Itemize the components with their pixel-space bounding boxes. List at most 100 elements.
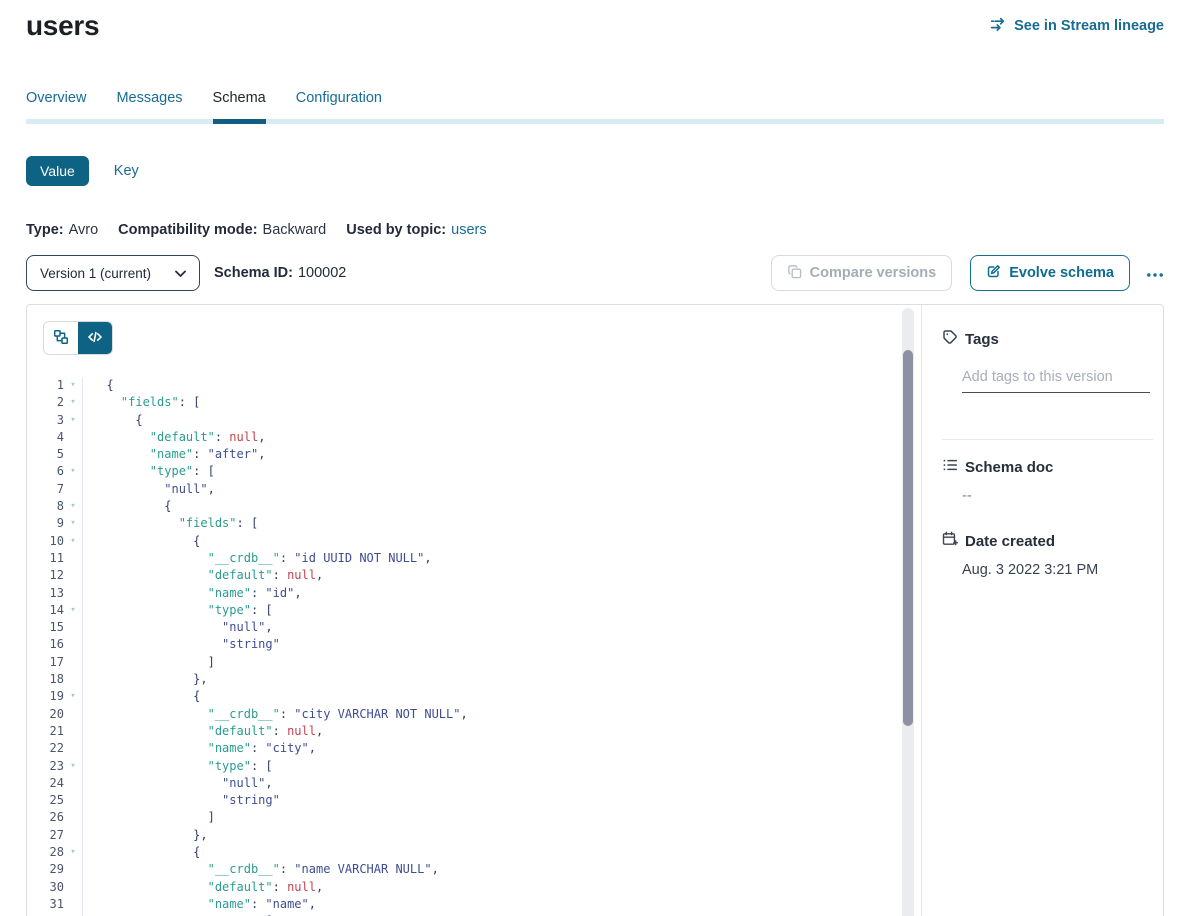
code-line: 12 "default": null,	[43, 567, 921, 584]
line-number: 12	[43, 567, 64, 584]
line-number: 6	[43, 463, 64, 480]
tab-schema[interactable]: Schema	[213, 90, 266, 124]
scrollbar-track[interactable]	[902, 308, 914, 916]
key-toggle-button[interactable]: Key	[114, 163, 139, 179]
tags-input[interactable]	[962, 369, 1150, 393]
meta-value: Backward	[263, 222, 327, 238]
line-number: 19	[43, 688, 64, 705]
fold-spacer	[64, 429, 82, 446]
code-text: {	[82, 498, 921, 515]
see-in-stream-lineage-link[interactable]: See in Stream lineage	[990, 17, 1164, 36]
fold-arrow-icon[interactable]: ▾	[64, 394, 82, 411]
ellipsis-icon	[1146, 266, 1164, 281]
fold-arrow-icon[interactable]: ▾	[64, 412, 82, 429]
code-text: "null",	[82, 481, 921, 498]
page-header: users See in Stream lineage	[26, 10, 1164, 42]
line-number: 2	[43, 394, 64, 411]
scrollbar-thumb[interactable]	[903, 350, 913, 726]
schema-sidebar: Tags Schema doc --	[921, 305, 1163, 916]
tree-view-button[interactable]	[44, 322, 78, 354]
fold-arrow-icon[interactable]: ▾	[64, 533, 82, 550]
fold-spacer	[64, 792, 82, 809]
schema-doc-value: --	[962, 488, 1153, 504]
compare-versions-button[interactable]: Compare versions	[771, 255, 953, 291]
stream-lineage-icon	[990, 17, 1007, 36]
date-created-section-heading: Date created	[942, 531, 1153, 552]
code-line: 28▾ {	[43, 844, 921, 861]
line-number: 22	[43, 740, 64, 757]
code-line: 14▾ "type": [	[43, 602, 921, 619]
value-toggle-button[interactable]: Value	[26, 156, 89, 186]
fold-spacer	[64, 740, 82, 757]
schema-id: Schema ID:100002	[214, 265, 346, 281]
line-number: 3	[43, 412, 64, 429]
code-line: 13 "name": "id",	[43, 585, 921, 602]
line-number: 17	[43, 654, 64, 671]
line-number: 24	[43, 775, 64, 792]
code-text: "name": "city",	[82, 740, 921, 757]
code-text: "name": "after",	[82, 446, 921, 463]
code-text: ]	[82, 809, 921, 826]
fold-spacer	[64, 671, 82, 688]
schema-meta-row: Type:AvroCompatibility mode:BackwardUsed…	[26, 222, 1164, 238]
fold-arrow-icon[interactable]: ▾	[64, 377, 82, 394]
schema-editor: 1▾ {2▾ "fields": [3▾ {4 "default": null,…	[27, 305, 921, 916]
tab-configuration[interactable]: Configuration	[296, 90, 382, 124]
schema-id-value: 100002	[298, 265, 346, 281]
meta-label: Type:	[26, 222, 64, 238]
code-line: 24 "null",	[43, 775, 921, 792]
code-view-button[interactable]	[78, 322, 112, 354]
schema-page: users See in Stream lineage Overview Mess…	[0, 0, 1189, 916]
fold-spacer	[64, 827, 82, 844]
fold-spacer	[64, 896, 82, 913]
line-number: 16	[43, 636, 64, 653]
fold-arrow-icon[interactable]: ▾	[64, 498, 82, 515]
fold-arrow-icon[interactable]: ▾	[64, 515, 82, 532]
tab-messages[interactable]: Messages	[116, 90, 182, 124]
schema-code: 1▾ {2▾ "fields": [3▾ {4 "default": null,…	[43, 377, 921, 916]
date-created-heading: Date created	[965, 533, 1055, 550]
fold-arrow-icon[interactable]: ▾	[64, 463, 82, 480]
fold-spacer	[64, 879, 82, 896]
code-view-icon	[87, 329, 103, 348]
code-line: 31 "name": "name",	[43, 896, 921, 913]
meta-value-link[interactable]: users	[451, 222, 486, 238]
tab-overview[interactable]: Overview	[26, 90, 86, 124]
tag-icon	[942, 329, 958, 350]
schema-card: 1▾ {2▾ "fields": [3▾ {4 "default": null,…	[26, 304, 1164, 916]
code-text: ]	[82, 654, 921, 671]
line-number: 4	[43, 429, 64, 446]
sidebar-divider	[942, 439, 1153, 440]
code-text: "null",	[82, 775, 921, 792]
code-line: 20 "__crdb__": "city VARCHAR NOT NULL",	[43, 706, 921, 723]
fold-arrow-icon[interactable]: ▾	[64, 688, 82, 705]
line-number: 18	[43, 671, 64, 688]
fold-spacer	[64, 619, 82, 636]
code-text: "type": [	[82, 602, 921, 619]
code-text: "fields": [	[82, 515, 921, 532]
fold-spacer	[64, 706, 82, 723]
code-text: "default": null,	[82, 567, 921, 584]
line-number: 9	[43, 515, 64, 532]
fold-spacer	[64, 861, 82, 878]
code-text: {	[82, 377, 921, 394]
code-text: {	[82, 412, 921, 429]
fold-arrow-icon[interactable]: ▾	[64, 758, 82, 775]
version-select[interactable]: Version 1 (current)	[26, 255, 200, 291]
meta-value: Avro	[69, 222, 99, 238]
code-text: },	[82, 671, 921, 688]
fold-arrow-icon[interactable]: ▾	[64, 844, 82, 861]
code-text: "name": "name",	[82, 896, 921, 913]
more-options-button[interactable]	[1146, 266, 1164, 281]
code-line: 7 "null",	[43, 481, 921, 498]
fold-spacer	[64, 481, 82, 498]
compare-versions-label: Compare versions	[810, 265, 937, 281]
lineage-link-label: See in Stream lineage	[1014, 18, 1164, 34]
meta-item: Compatibility mode:Backward	[118, 222, 326, 238]
evolve-schema-button[interactable]: Evolve schema	[970, 255, 1130, 291]
fold-spacer	[64, 550, 82, 567]
schema-doc-section-heading: Schema doc	[942, 457, 1153, 478]
code-text: "string"	[82, 792, 921, 809]
fold-arrow-icon[interactable]: ▾	[64, 602, 82, 619]
toolbar-actions: Compare versions Evolve schema	[771, 255, 1164, 291]
